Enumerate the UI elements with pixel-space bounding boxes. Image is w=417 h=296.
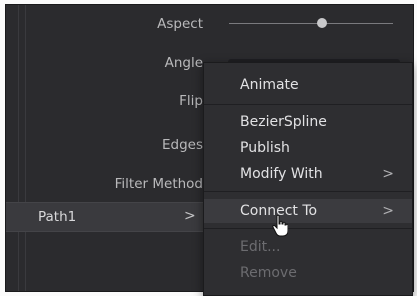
sidebar-divider — [25, 5, 26, 291]
menu-separator — [204, 191, 412, 192]
aspect-label: Aspect — [157, 16, 203, 32]
menu-item-label: Animate — [240, 77, 299, 93]
menu-item-label: Edit... — [240, 239, 281, 255]
menu-item-animate[interactable]: Animate — [204, 73, 412, 97]
context-menu: Animate BezierSpline Publish Modify With… — [203, 62, 413, 296]
menu-item-label: Remove — [240, 265, 297, 281]
menu-item-connect-to[interactable]: Connect To > — [204, 199, 412, 223]
menu-item-label: Publish — [240, 140, 290, 156]
chevron-right-icon: > — [382, 203, 394, 219]
path1-label: Path1 — [38, 209, 77, 225]
menu-item-label: BezierSpline — [240, 114, 327, 130]
menu-item-remove: Remove — [204, 261, 412, 285]
aspect-slider[interactable] — [229, 18, 393, 28]
path1-modifier-row[interactable]: Path1 > — [6, 202, 216, 232]
edges-label: Edges — [161, 137, 203, 153]
hand-pointer-cursor-icon — [272, 215, 288, 237]
chevron-right-icon[interactable]: > — [184, 208, 196, 224]
menu-item-edit: Edit... — [204, 235, 412, 259]
menu-item-publish[interactable]: Publish — [204, 136, 412, 160]
angle-label: Angle — [164, 55, 203, 71]
sidebar-divider — [18, 5, 19, 291]
chevron-right-icon: > — [382, 166, 394, 182]
filter-method-label: Filter Method — [114, 176, 203, 192]
menu-item-modify-with[interactable]: Modify With > — [204, 162, 412, 186]
menu-separator — [204, 228, 412, 229]
menu-separator — [204, 104, 412, 105]
menu-item-bezierspline[interactable]: BezierSpline — [204, 110, 412, 134]
menu-item-label: Modify With — [240, 166, 323, 182]
flip-label: Flip — [179, 93, 203, 109]
aspect-slider-track[interactable] — [229, 23, 393, 24]
aspect-slider-thumb[interactable] — [317, 18, 327, 28]
